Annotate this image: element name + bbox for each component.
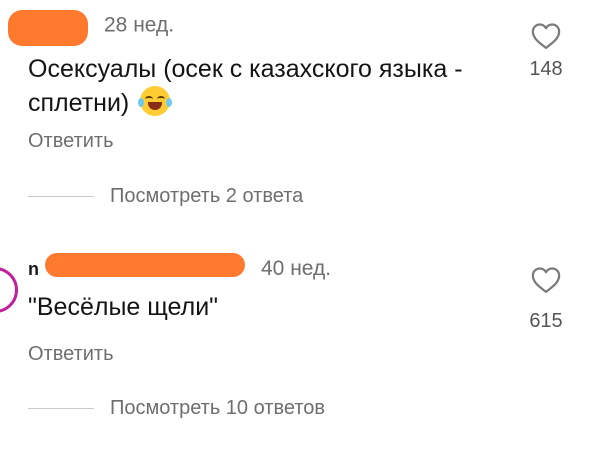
comment-time: 28 нед. xyxy=(104,13,175,37)
laughing-tears-emoji-icon xyxy=(138,86,173,116)
like-control: 148 xyxy=(516,22,576,81)
heart-icon[interactable] xyxy=(531,266,561,294)
username-initial[interactable]: n xyxy=(28,259,39,279)
redacted-username[interactable] xyxy=(8,10,88,46)
redacted-username[interactable] xyxy=(45,253,245,278)
replies-divider-line xyxy=(28,196,94,197)
reply-button[interactable]: Ответить xyxy=(28,343,114,366)
comment-text: "Весёлые щели" xyxy=(28,293,219,321)
comment-item: 28 нед. Осексуалы (осек с казахского язы… xyxy=(0,0,604,225)
like-control: 615 xyxy=(516,266,576,333)
like-count: 615 xyxy=(529,310,563,332)
comment-item: n 40 нед. "Весёлые щели" Ответить Посмотр… xyxy=(0,225,604,451)
heart-icon[interactable] xyxy=(531,22,561,50)
comment-text: Осексуалы (осек с казахского языка - спл… xyxy=(28,53,468,120)
view-replies-label: Посмотреть 10 ответов xyxy=(110,397,325,419)
comment-text-content: Осексуалы (осек с казахского языка - спл… xyxy=(28,55,463,117)
view-replies-button[interactable]: Посмотреть 2 ответа xyxy=(28,185,303,208)
view-replies-label: Посмотреть 2 ответа xyxy=(110,185,304,207)
like-count: 148 xyxy=(529,58,563,80)
comment-meta: 28 нед. xyxy=(8,8,175,46)
comments-list: 28 нед. Осексуалы (осек с казахского язы… xyxy=(0,0,604,451)
reply-button[interactable]: Ответить xyxy=(28,130,114,153)
view-replies-button[interactable]: Посмотреть 10 ответов xyxy=(28,397,325,420)
comment-meta: n 40 нед. xyxy=(28,253,332,281)
replies-divider-line xyxy=(28,408,94,409)
avatar[interactable] xyxy=(0,267,18,313)
comment-time: 40 нед. xyxy=(261,257,332,280)
